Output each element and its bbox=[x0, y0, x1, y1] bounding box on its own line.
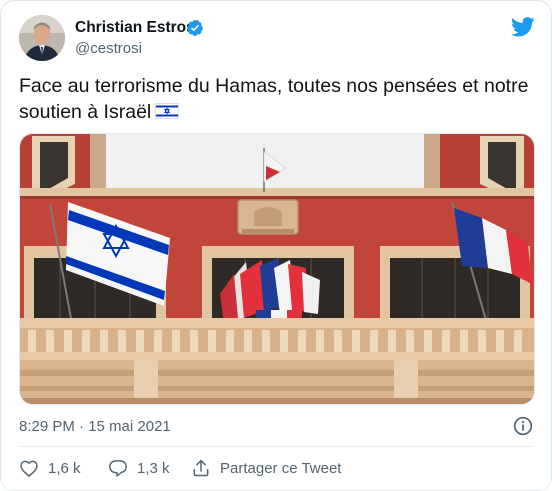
tweet-media-photo[interactable] bbox=[19, 133, 535, 405]
like-button[interactable]: 1,6 k bbox=[19, 457, 81, 479]
avatar-photo bbox=[19, 15, 65, 61]
photo-building-with-flags bbox=[20, 134, 534, 404]
tweet-card: Christian Estrosi @cestrosi Face au terr… bbox=[0, 0, 552, 491]
tweet-text: Face au terrorisme du Hamas, toutes nos … bbox=[19, 73, 539, 125]
verified-icon bbox=[187, 20, 203, 36]
reply-count: 1,3 k bbox=[137, 459, 170, 477]
heart-icon bbox=[20, 460, 38, 477]
author-name[interactable]: Christian Estrosi bbox=[75, 19, 199, 37]
share-tweet-button[interactable]: Partager ce Tweet bbox=[191, 457, 341, 479]
reply-icon bbox=[109, 460, 127, 477]
info-icon[interactable] bbox=[513, 416, 533, 436]
author-handle[interactable]: @cestrosi bbox=[75, 40, 142, 57]
avatar[interactable] bbox=[19, 15, 65, 61]
divider bbox=[19, 446, 533, 447]
share-icon bbox=[193, 459, 209, 477]
israel-flag-emoji bbox=[155, 103, 180, 119]
tweet-text-body: Face au terrorisme du Hamas, toutes nos … bbox=[19, 75, 529, 123]
tweet-timestamp[interactable]: 8:29 PM · 15 mai 2021 bbox=[19, 418, 171, 435]
twitter-bird-icon[interactable] bbox=[511, 17, 535, 37]
share-label: Partager ce Tweet bbox=[220, 459, 342, 477]
reply-button[interactable]: 1,3 k bbox=[108, 457, 170, 479]
like-count: 1,6 k bbox=[48, 459, 81, 477]
